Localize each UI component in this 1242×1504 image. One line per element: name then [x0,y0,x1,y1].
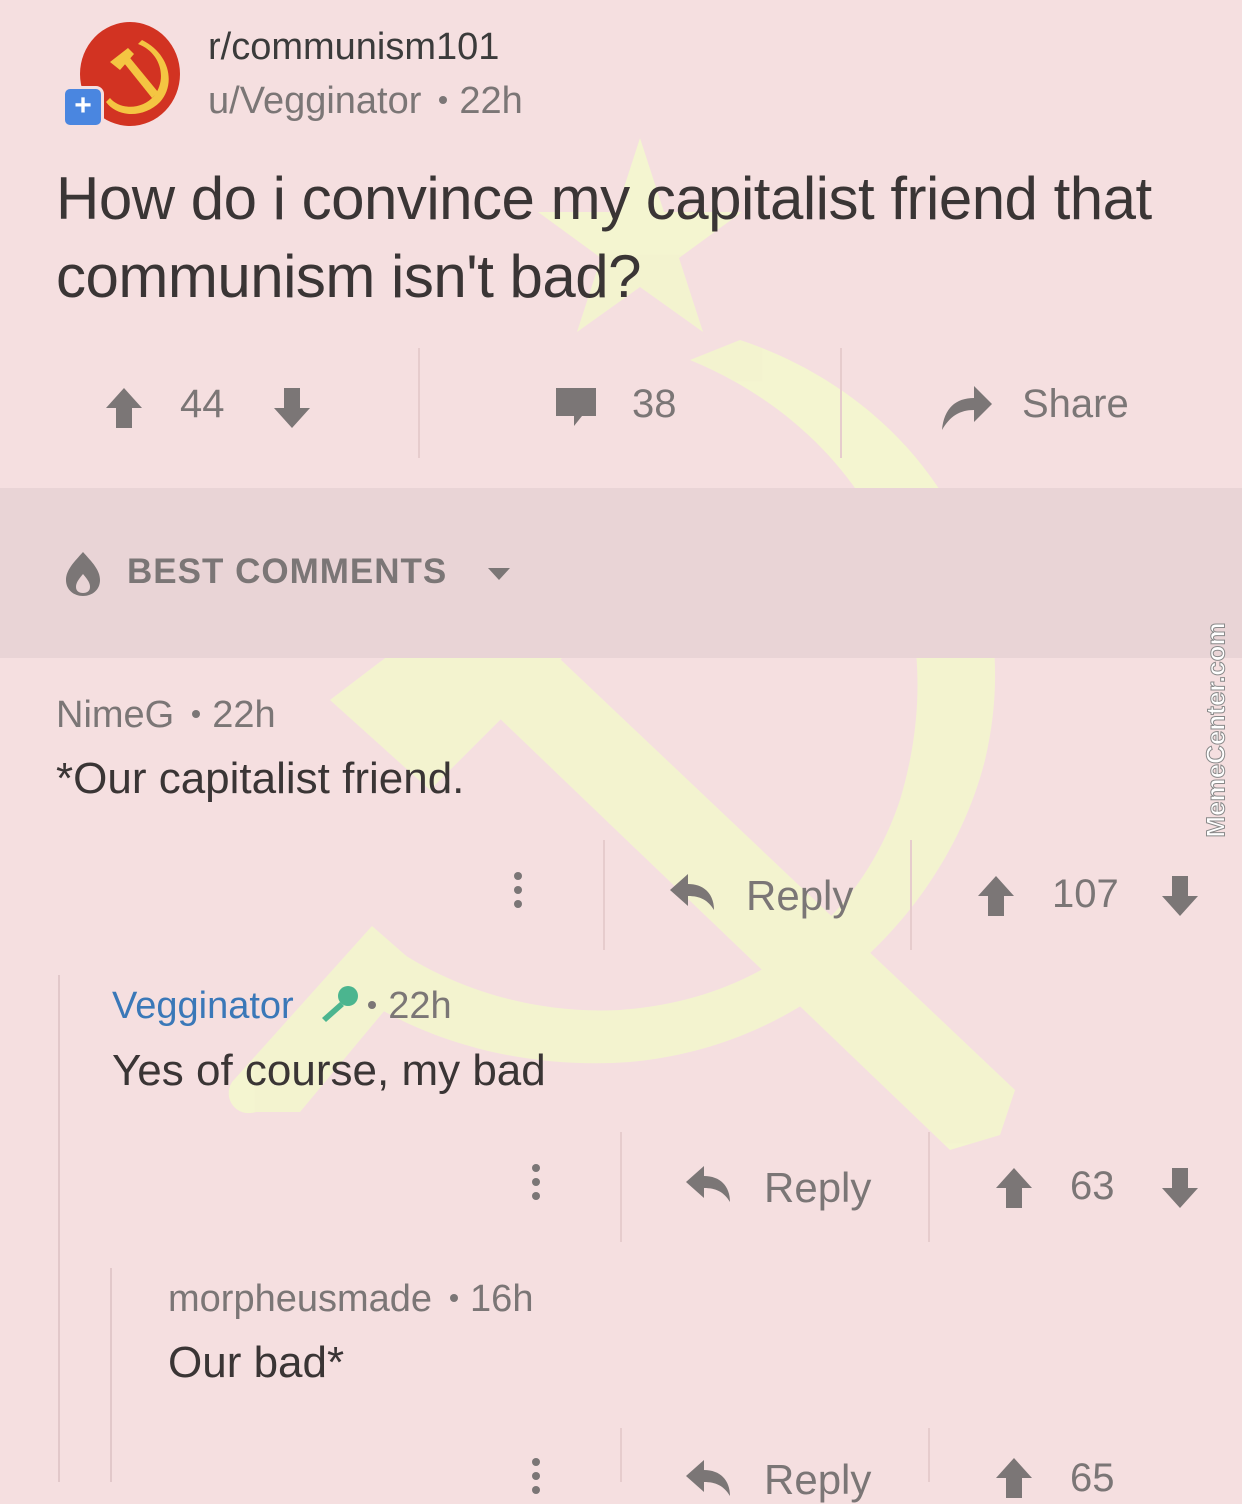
divider [603,840,605,950]
comment-count[interactable]: 38 [632,382,677,427]
post-score: 44 [180,382,225,426]
separator-dot [368,1001,377,1009]
post-title[interactable]: How do i convince my capitalist friend t… [56,160,1176,316]
kebab-icon[interactable] [526,1158,546,1206]
separator-dot [439,95,448,104]
caret-down-icon[interactable] [486,566,512,582]
reply-icon[interactable] [684,1458,732,1498]
divider [620,1132,622,1242]
flame-icon [66,552,100,596]
post-meta: u/Vegginator 22h [208,80,523,123]
reply-button[interactable]: Reply [764,1456,871,1504]
divider [910,840,912,950]
kebab-icon[interactable] [526,1452,546,1500]
comment-score: 107 [1052,872,1119,916]
post-author[interactable]: u/Vegginator [208,80,421,122]
reply-button[interactable]: Reply [764,1164,871,1212]
comment-score: 65 [1070,1456,1115,1500]
comment-age: 22h [212,694,276,736]
reply-icon[interactable] [668,872,716,912]
comment-score: 63 [1070,1164,1115,1208]
upvote-icon[interactable] [994,1166,1034,1210]
thread-line [110,1268,112,1482]
post-action-bar: 44 38 Share [0,348,1242,458]
comment-meta: morpheusmade 16h [168,1278,533,1321]
divider [418,348,420,458]
comment-author[interactable]: Vegginator [112,985,294,1027]
downvote-icon[interactable] [1160,1166,1200,1210]
comment-age: 22h [388,985,452,1028]
upvote-icon[interactable] [976,874,1016,918]
divider [928,1132,930,1242]
comment-icon [556,388,596,426]
upvote-icon[interactable] [994,1456,1034,1500]
divider [840,348,842,458]
comment-body: Our bad* [168,1338,345,1387]
comment-age: 16h [470,1278,534,1320]
comment-body: *Our capitalist friend. [56,754,465,803]
thread-line [58,975,60,1482]
separator-dot [192,709,201,718]
mic-icon [322,986,359,1022]
comment-author[interactable]: NimeG [56,694,174,736]
downvote-icon[interactable] [272,386,312,430]
upvote-icon[interactable] [104,386,144,430]
divider [928,1428,930,1482]
comment-meta: NimeG 22h [56,694,276,737]
plus-icon[interactable]: + [62,86,104,128]
separator-dot [450,1293,459,1302]
watermark: MemeCenter.com [1200,622,1231,838]
comment-author[interactable]: morpheusmade [168,1278,432,1320]
share-label[interactable]: Share [1022,382,1129,427]
divider [620,1428,622,1482]
sort-label[interactable]: BEST COMMENTS [127,552,447,592]
share-icon[interactable] [938,382,994,432]
downvote-icon[interactable] [1160,874,1200,918]
comment-body: Yes of course, my bad [112,1046,546,1095]
comment-meta: Vegginator 22h [112,984,452,1032]
subreddit-name[interactable]: r/communism101 [208,26,499,69]
reply-icon[interactable] [684,1164,732,1204]
post-age: 22h [459,80,523,122]
kebab-icon[interactable] [508,866,528,914]
reply-button[interactable]: Reply [746,872,853,920]
comments-button[interactable] [552,382,600,435]
